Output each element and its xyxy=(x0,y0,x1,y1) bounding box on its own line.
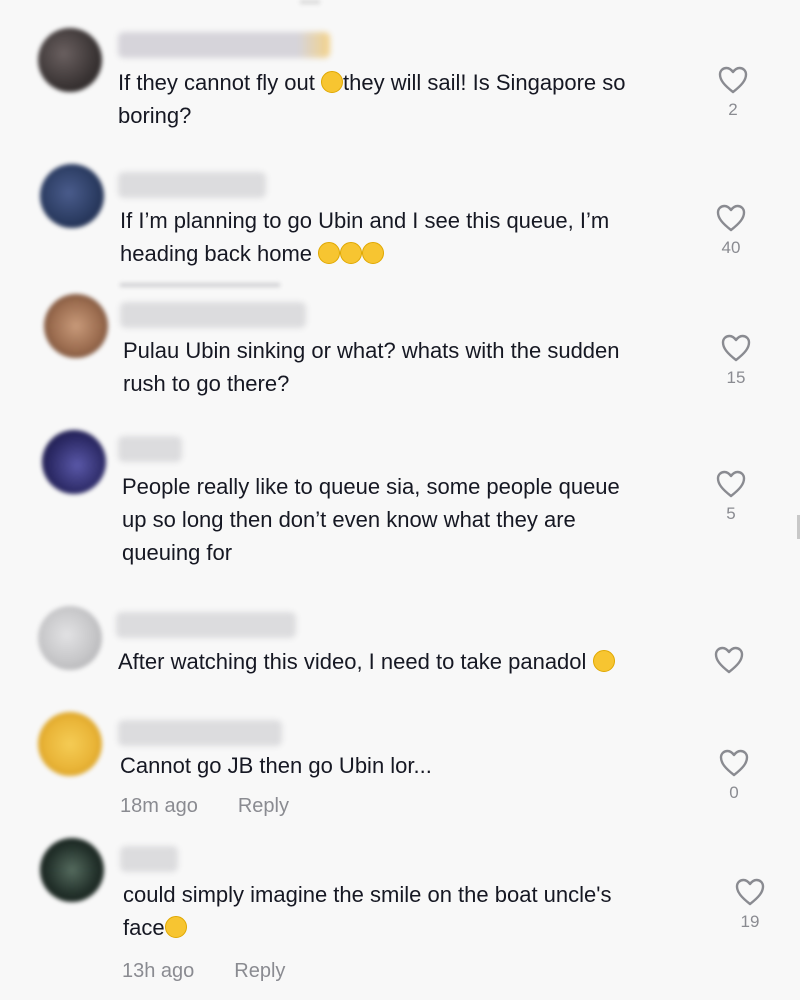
avatar[interactable] xyxy=(38,606,102,670)
avatar[interactable] xyxy=(44,294,108,358)
like-count: 19 xyxy=(740,912,760,931)
tears-of-joy-emoji xyxy=(362,242,385,264)
avatar[interactable] xyxy=(40,838,104,902)
tears-of-joy-emoji xyxy=(318,242,341,264)
like-count: 0 xyxy=(729,783,739,802)
like-count: 5 xyxy=(726,504,736,523)
comment-text: People really like to queue sia, some pe… xyxy=(122,474,620,565)
username-blurred[interactable] xyxy=(116,612,296,638)
heart-icon xyxy=(716,470,746,498)
comment-meta: 13h ago Reply xyxy=(122,960,285,983)
like-count: 15 xyxy=(726,368,746,387)
like-count: 2 xyxy=(728,100,738,119)
comment-text: could simply imagine the smile on the bo… xyxy=(123,878,703,944)
comment-text: Pulau Ubin sinking or what? whats with t… xyxy=(123,338,620,396)
comment-text-part: could simply imagine the smile on the bo… xyxy=(123,882,612,940)
flushed-face-emoji xyxy=(321,71,344,93)
heart-icon xyxy=(716,204,746,232)
username-blurred[interactable] xyxy=(120,302,306,328)
like-count: 40 xyxy=(721,238,741,257)
avatar[interactable] xyxy=(38,28,102,92)
reply-button[interactable]: Reply xyxy=(234,960,285,982)
comment-timestamp: 18m ago xyxy=(120,795,198,817)
heart-icon xyxy=(735,878,765,906)
heart-icon xyxy=(721,334,751,362)
comment-text: If I’m planning to go Ubin and I see thi… xyxy=(120,204,700,270)
avatar[interactable] xyxy=(38,712,102,776)
username-blurred[interactable] xyxy=(118,436,182,462)
username-blurred[interactable] xyxy=(118,720,282,746)
username-blurred[interactable] xyxy=(118,172,266,198)
comment-text: If they cannot fly out they will sail! I… xyxy=(118,66,698,132)
reply-button[interactable]: Reply xyxy=(238,795,289,817)
comment-text-part: If they cannot fly out xyxy=(118,70,322,95)
comment-text: After watching this video, I need to tak… xyxy=(118,645,698,678)
comment-text-part: After watching this video, I need to tak… xyxy=(118,649,593,674)
scroll-top-artifact xyxy=(300,0,320,4)
like-button[interactable]: 5 xyxy=(711,470,751,524)
tears-of-joy-emoji xyxy=(340,242,363,264)
comment-timestamp: 13h ago xyxy=(122,960,195,982)
comment-text: Cannot go JB then go Ubin lor... xyxy=(120,753,432,778)
heart-icon xyxy=(719,749,749,777)
like-button[interactable]: 0 xyxy=(714,749,754,803)
like-button[interactable]: 40 xyxy=(711,204,751,258)
like-button[interactable] xyxy=(709,646,749,680)
avatar[interactable] xyxy=(42,430,106,494)
like-button[interactable]: 2 xyxy=(713,66,753,120)
grinning-face-emoji xyxy=(164,916,187,938)
heart-icon xyxy=(718,66,748,94)
comment-meta: 18m ago Reply xyxy=(120,795,289,818)
heart-icon xyxy=(714,646,744,674)
pleading-face-emoji xyxy=(592,650,615,672)
username-blurred[interactable] xyxy=(118,32,330,58)
like-button[interactable]: 19 xyxy=(730,878,770,932)
username-blurred[interactable] xyxy=(120,846,178,872)
truncated-text-artifact xyxy=(120,283,280,287)
like-button[interactable]: 15 xyxy=(716,334,756,388)
avatar[interactable] xyxy=(40,164,104,228)
